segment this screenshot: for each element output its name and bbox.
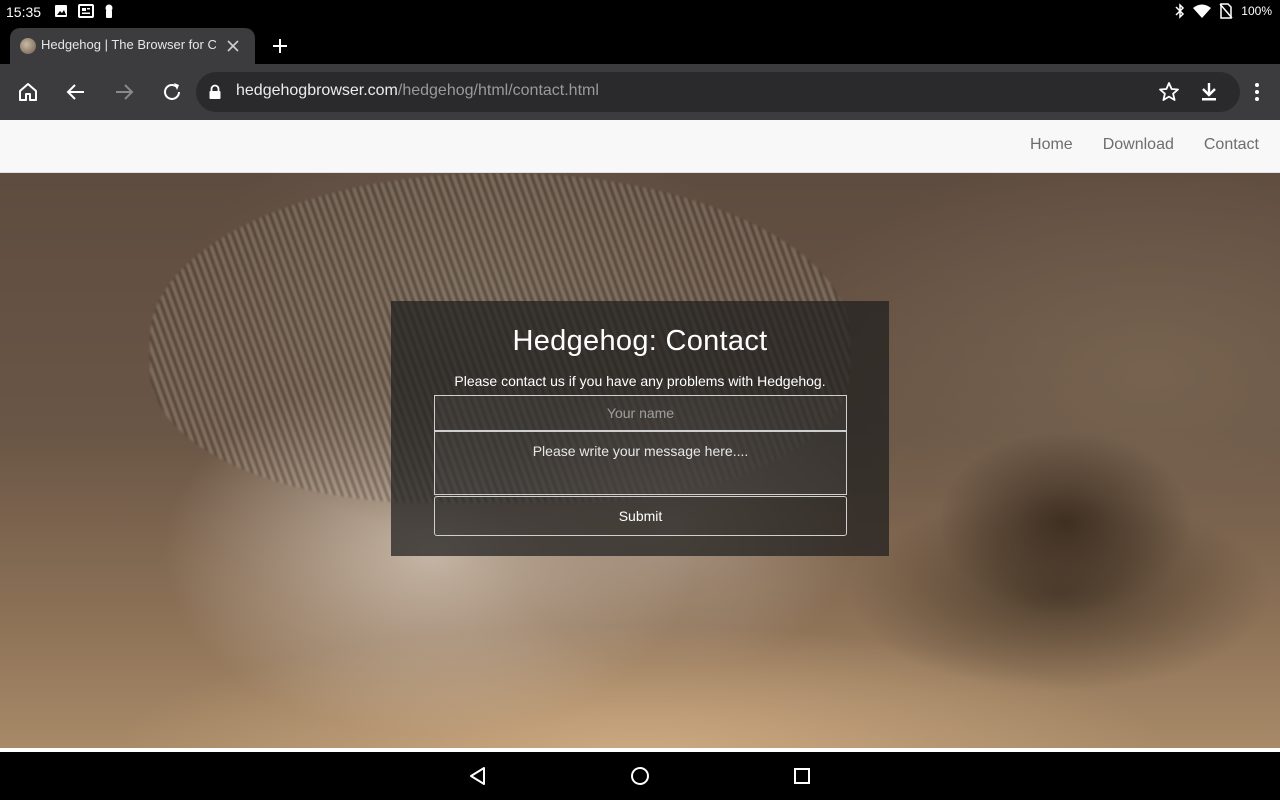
circle-home-icon [631, 767, 649, 785]
message-textarea[interactable] [434, 431, 847, 495]
notification-icons [54, 4, 114, 18]
hedgehog-background-image: Hedgehog: Contact Please contact us if y… [0, 173, 1280, 748]
lock-icon [208, 84, 222, 100]
active-tab[interactable]: Hedgehog | The Browser for Chrome [10, 28, 255, 64]
battery-percent: 100% [1241, 4, 1272, 18]
status-bar: 15:35 100% [0, 0, 1280, 24]
address-bar[interactable]: hedgehogbrowser.com/hedgehog/html/contac… [196, 72, 1240, 112]
tab-strip: Hedgehog | The Browser for Chrome [0, 24, 1280, 64]
name-input[interactable] [434, 395, 847, 431]
reload-button[interactable] [160, 80, 184, 104]
close-tab-icon[interactable] [225, 38, 241, 54]
bookmark-button[interactable] [1157, 80, 1181, 104]
back-button[interactable] [64, 80, 88, 104]
square-recents-icon [794, 768, 810, 784]
site-nav-links: Home Download Contact [1030, 136, 1259, 154]
arrow-right-icon [116, 84, 134, 100]
forward-button[interactable] [112, 80, 136, 104]
plus-icon [273, 39, 287, 53]
new-tab-button[interactable] [270, 36, 290, 56]
home-icon [19, 83, 37, 101]
download-button[interactable] [1197, 80, 1221, 104]
home-button[interactable] [16, 80, 40, 104]
star-icon [1159, 82, 1179, 101]
system-status: 100% [1175, 3, 1272, 19]
url-path: /hedgehog/html/contact.html [397, 82, 599, 99]
download-icon [1202, 83, 1216, 101]
url-domain: hedgehogbrowser.com [236, 82, 398, 99]
system-navigation-bar [0, 752, 1280, 800]
site-navbar: Home Download Contact [0, 120, 1280, 173]
keyhole-icon [104, 4, 114, 18]
triangle-back-icon [470, 767, 485, 785]
contact-title: Hedgehog: Contact [512, 325, 768, 357]
nav-home-link[interactable]: Home [1030, 136, 1073, 154]
image-icon [54, 4, 68, 18]
menu-button[interactable] [1245, 80, 1269, 104]
bluetooth-icon [1175, 3, 1185, 19]
nav-contact-link[interactable]: Contact [1204, 136, 1259, 154]
reload-icon [164, 83, 180, 100]
url-text: hedgehogbrowser.com/hedgehog/html/contac… [236, 82, 599, 100]
arrow-left-icon [66, 84, 84, 100]
pinecone [940, 433, 1190, 613]
nav-download-link[interactable]: Download [1103, 136, 1174, 154]
contact-subtitle: Please contact us if you have any proble… [454, 373, 826, 389]
browser-toolbar: hedgehogbrowser.com/hedgehog/html/contac… [0, 64, 1280, 120]
hedgehog-favicon-icon [20, 38, 36, 54]
contact-form-card: Hedgehog: Contact Please contact us if y… [391, 301, 889, 556]
more-vertical-icon [1255, 83, 1259, 101]
home-nav-button[interactable] [629, 765, 651, 787]
status-time: 15:35 [6, 4, 42, 20]
no-sim-icon [1219, 3, 1233, 19]
tab-title: Hedgehog | The Browser for Chrome [41, 37, 216, 52]
news-icon [78, 4, 94, 18]
recents-nav-button[interactable] [791, 765, 813, 787]
web-page: Home Download Contact Hedgehog: Contact … [0, 120, 1280, 752]
wifi-icon [1193, 4, 1212, 18]
submit-button[interactable]: Submit [434, 496, 847, 536]
back-nav-button[interactable] [467, 765, 489, 787]
